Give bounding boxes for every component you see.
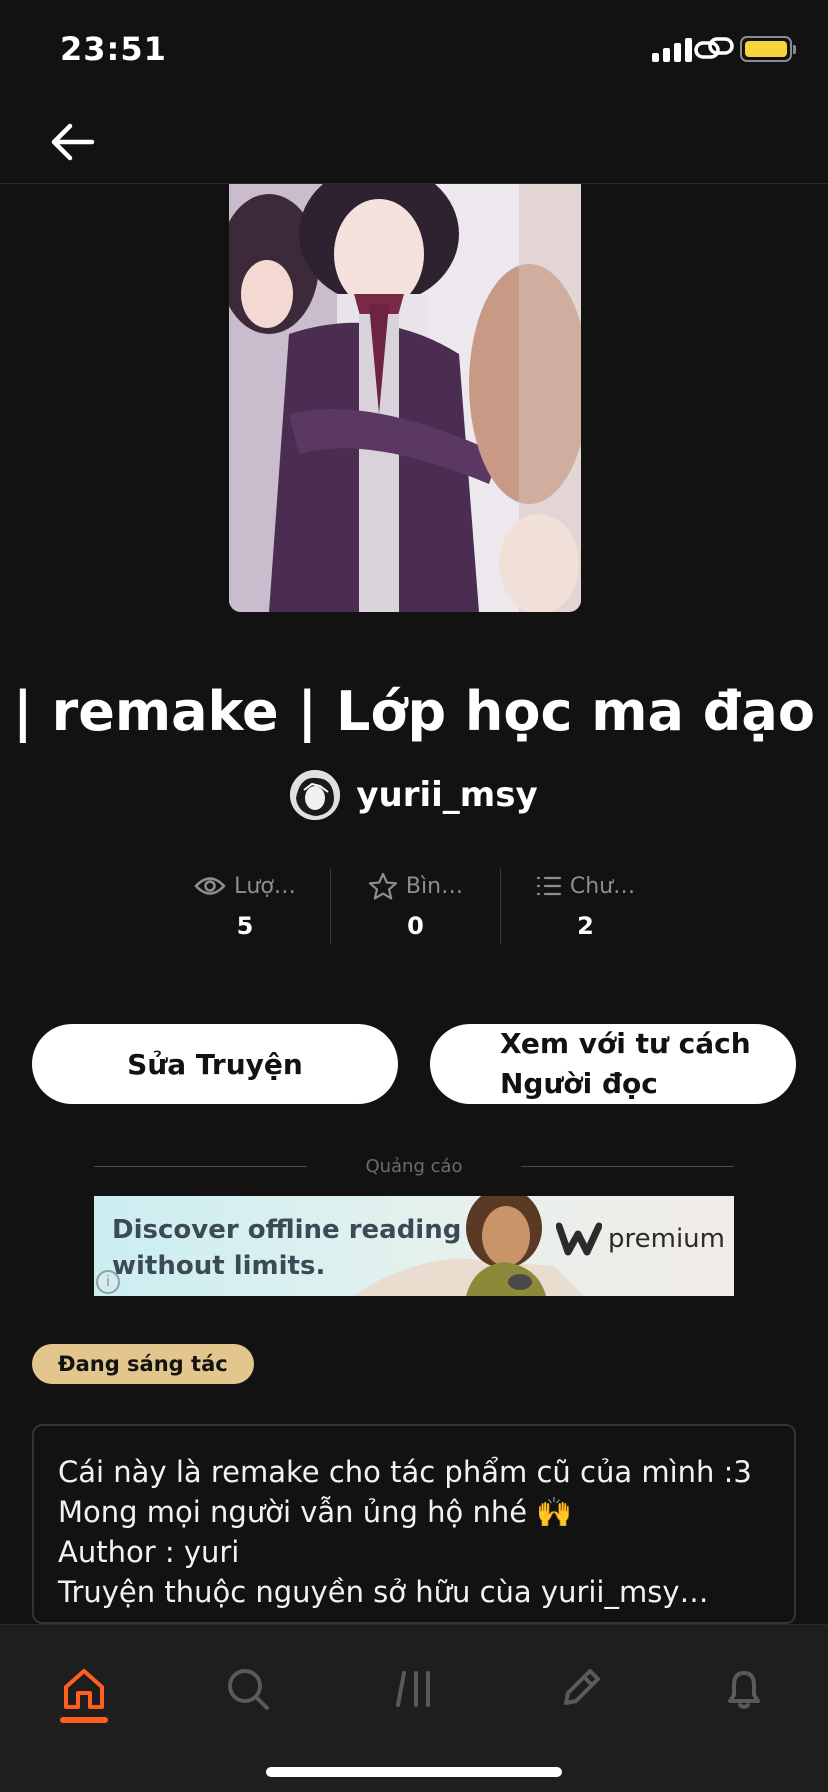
status-time: 23:51 [60,30,167,68]
home-indicator [266,1767,562,1777]
stats-row: Lượ… 5 Bìn… 0 Chư… 2 [160,868,670,944]
star-icon [368,872,398,900]
eye-icon [194,877,226,895]
edit-story-button[interactable]: Sửa Truyện [32,1024,398,1104]
ad-label-row: Quảng cáo [94,1155,734,1177]
author-name[interactable]: yurii_msy [356,775,537,815]
view-as-reader-label: Xem với tư cách Người đọc [500,1027,751,1100]
cover-image [229,184,581,612]
avatar[interactable] [290,770,341,820]
status-bar: 23:51 [0,0,828,100]
ad-label: Quảng cáo [365,1155,463,1177]
library-icon [396,1671,430,1707]
stat-reads-value: 5 [236,912,254,940]
story-title: | remake | Lớp học ma đạo [13,680,815,743]
stat-votes-value: 0 [407,912,424,940]
ad-text: Discover offline reading without limits. [112,1215,462,1281]
list-icon [536,876,561,896]
stat-reads-label: Lượ… [234,873,296,899]
stat-votes-label: Bìn… [405,873,464,899]
author-row[interactable]: yurii_msy [0,770,828,820]
story-description[interactable]: Cái này là remake cho tác phẩm cũ của mì… [32,1424,796,1624]
edit-story-label: Sửa Truyện [127,1047,303,1081]
wattpad-logo-icon [556,1222,602,1256]
description-line: Cái này là remake cho tác phẩm cũ của mì… [58,1455,752,1489]
nav-notifications[interactable] [702,1647,786,1731]
stat-reads: Lượ… 5 [160,868,330,944]
bell-icon [728,1671,760,1709]
search-icon [228,1669,269,1710]
header [0,100,828,184]
ad-banner[interactable]: Discover offline reading without limits.… [94,1196,734,1296]
link-icon [694,37,734,59]
stat-chapters-label: Chư… [569,873,636,899]
home-icon [64,1669,104,1709]
description-line: Author : yuri [58,1535,240,1569]
nav-search[interactable] [206,1647,290,1731]
battery-icon [740,36,796,62]
ad-info-icon[interactable]: i [96,1270,120,1294]
write-icon [564,1669,600,1705]
stat-votes: Bìn… 0 [330,868,500,944]
ad-brand: premium [556,1222,725,1256]
description-line: Truyện thuộc nguyền sở hữu cùa yurii_msy… [58,1575,709,1609]
bottom-nav [0,1624,828,1792]
view-as-reader-button[interactable]: Xem với tư cách Người đọc [430,1024,796,1104]
nav-write[interactable] [538,1647,622,1731]
stat-chapters: Chư… 2 [500,868,670,944]
back-arrow-icon[interactable] [44,118,100,166]
nav-library[interactable] [372,1647,456,1731]
signal-icon [652,36,692,62]
nav-active-indicator [60,1717,108,1723]
description-line: Mong mọi người vẫn ủng hộ nhé 🙌 [58,1495,573,1529]
stat-chapters-value: 2 [577,912,594,940]
status-badge: Đang sáng tác [32,1344,254,1384]
